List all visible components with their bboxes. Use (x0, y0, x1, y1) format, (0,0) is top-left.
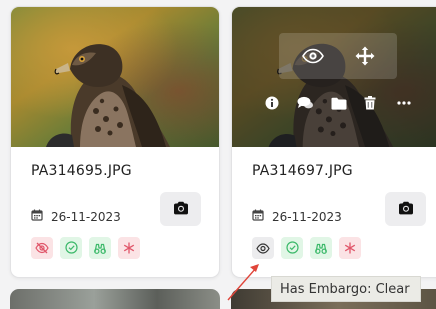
tooltip-text: Has Embargo: Clear (280, 281, 410, 297)
date-text: 26-11-2023 (272, 209, 342, 224)
binoculars-icon (314, 239, 328, 258)
media-card[interactable]: PA314697.JPG 26-11-2023 (231, 6, 436, 278)
approved-badge[interactable] (281, 237, 303, 259)
hawk-photo (11, 7, 219, 147)
check-circle-icon (285, 239, 299, 258)
date-text: 26-11-2023 (51, 209, 121, 224)
date-row: 26-11-2023 (31, 209, 121, 224)
observation-badge[interactable] (89, 237, 111, 259)
camera-button[interactable] (160, 192, 201, 226)
asterisk-icon (344, 239, 356, 258)
required-badge[interactable] (339, 237, 361, 259)
photo-thumbnail[interactable] (232, 7, 436, 147)
tooltip: Has Embargo: Clear (271, 276, 421, 302)
camera-icon (398, 200, 414, 219)
move-icon[interactable] (352, 43, 378, 69)
more-icon[interactable] (395, 95, 413, 111)
approved-badge[interactable] (60, 237, 82, 259)
calendar-icon (252, 209, 264, 224)
file-name: PA314695.JPG (31, 163, 132, 179)
photo-thumbnail[interactable] (11, 7, 219, 147)
camera-button[interactable] (385, 192, 426, 226)
status-badges (252, 237, 361, 259)
embargo-badge[interactable] (31, 237, 53, 259)
comment-icon[interactable] (296, 95, 314, 111)
embargo-badge[interactable] (252, 237, 274, 259)
folder-icon[interactable] (330, 95, 348, 111)
file-name: PA314697.JPG (252, 163, 353, 179)
binoculars-icon (93, 239, 107, 258)
calendar-icon (31, 209, 43, 224)
eye-icon (256, 239, 270, 258)
overlay-primary-actions (279, 33, 397, 79)
status-badges (31, 237, 140, 259)
date-row: 26-11-2023 (252, 209, 342, 224)
media-card[interactable]: PA314695.JPG 26-11-2023 (10, 6, 220, 278)
required-badge[interactable] (118, 237, 140, 259)
asterisk-icon (123, 239, 135, 258)
trash-icon[interactable] (362, 95, 378, 111)
check-circle-icon (64, 239, 78, 258)
info-icon[interactable] (264, 95, 280, 111)
eye-slash-icon (35, 239, 49, 258)
observation-badge[interactable] (310, 237, 332, 259)
camera-icon (173, 200, 189, 219)
eye-icon[interactable] (300, 43, 326, 69)
media-card-next[interactable] (10, 289, 220, 309)
